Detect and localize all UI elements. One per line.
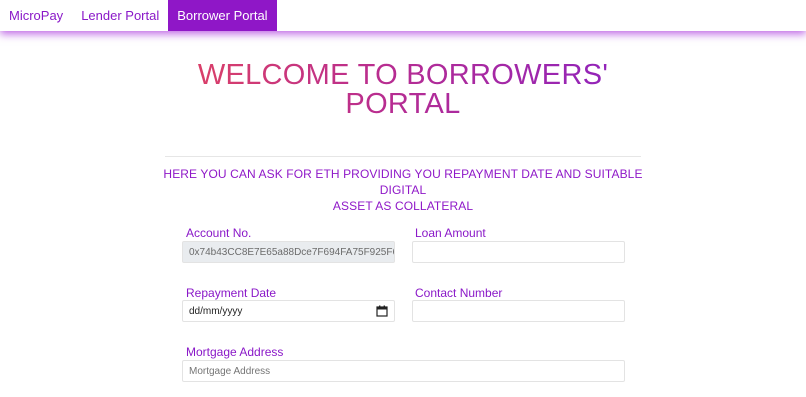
page-title-line1: WELCOME TO BORROWERS'	[197, 59, 609, 91]
page-subtitle: HERE YOU CAN ASK FOR ETH PROVIDING YOU R…	[160, 166, 646, 214]
mortgage-address-field[interactable]: Mortgage Address	[182, 360, 625, 382]
loan-amount-field[interactable]	[412, 241, 625, 263]
page-subtitle-line1: HERE YOU CAN ASK FOR ETH PROVIDING YOU R…	[163, 167, 643, 197]
nav-item-borrower-portal[interactable]: Borrower Portal	[168, 0, 277, 31]
page-title-line2: PORTAL	[345, 88, 461, 120]
nav-item-lender-portal[interactable]: Lender Portal	[72, 0, 168, 31]
calendar-icon[interactable]	[376, 305, 388, 317]
repayment-date-placeholder: dd/mm/yyyy	[189, 305, 243, 317]
navbar: MicroPay Lender Portal Borrower Portal	[0, 0, 806, 31]
contact-number-label: Contact Number	[415, 286, 503, 300]
repayment-date-label: Repayment Date	[186, 286, 277, 300]
repayment-date-field[interactable]: dd/mm/yyyy	[182, 300, 395, 322]
page-title: WELCOME TO BORROWERS' PORTAL	[150, 61, 656, 119]
nav-brand-link[interactable]: MicroPay	[0, 0, 72, 31]
account-no-field[interactable]: 0x74b43CC8E7E65a88Dce7F694FA75F925F6B9	[182, 241, 395, 263]
contact-number-field[interactable]	[412, 300, 625, 322]
loan-amount-label: Loan Amount	[415, 226, 486, 240]
page-subtitle-line2: ASSET AS COLLATERAL	[332, 199, 474, 213]
account-no-label: Account No.	[186, 226, 252, 240]
mortgage-address-label: Mortgage Address	[186, 345, 284, 359]
divider	[165, 156, 641, 157]
